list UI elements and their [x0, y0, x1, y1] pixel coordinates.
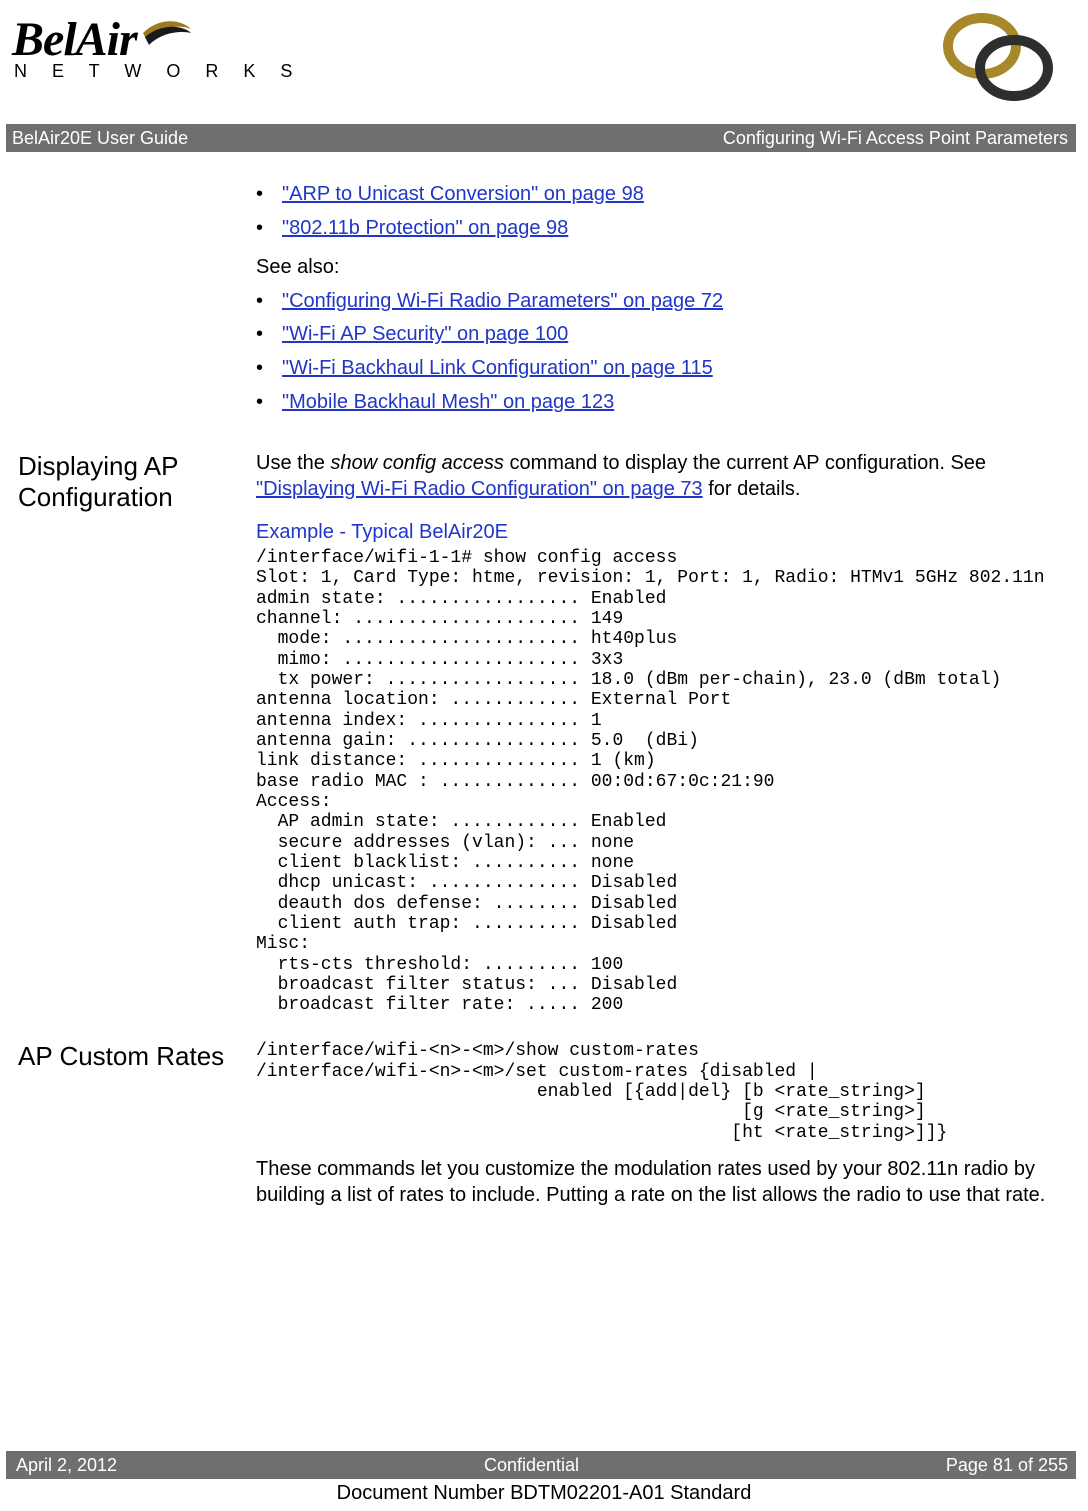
xref-link[interactable]: "Displaying Wi-Fi Radio Configuration" o… [256, 478, 703, 500]
list-item: • "Mobile Backhaul Mesh" on page 123 [256, 390, 1048, 416]
bullet-icon: • [256, 322, 282, 348]
see-also-label: See also: [256, 255, 1048, 281]
footer-bar: April 2, 2012 Confidential Page 81 of 25… [6, 1451, 1076, 1479]
xref-link[interactable]: "Wi-Fi AP Security" on page 100 [282, 322, 568, 348]
list-item: • "Configuring Wi-Fi Radio Parameters" o… [256, 289, 1048, 315]
breadcrumb-right: Configuring Wi-Fi Access Point Parameter… [723, 128, 1068, 149]
bullet-icon: • [256, 356, 282, 382]
logo: BelAir N E T W O R K S [12, 12, 302, 82]
footer-date: April 2, 2012 [16, 1455, 117, 1476]
xref-link[interactable]: "Wi-Fi Backhaul Link Configuration" on p… [282, 356, 713, 382]
xref-link[interactable]: "Mobile Backhaul Mesh" on page 123 [282, 390, 614, 416]
footer-page: Page 81 of 255 [946, 1455, 1068, 1476]
breadcrumb: BelAir20E User Guide Configuring Wi-Fi A… [6, 124, 1076, 152]
xref-link[interactable]: "Configuring Wi-Fi Radio Parameters" on … [282, 289, 723, 315]
swoosh-icon [141, 15, 193, 54]
list-item: • "ARP to Unicast Conversion" on page 98 [256, 182, 1048, 208]
example-output: /interface/wifi-1-1# show config access … [256, 548, 1048, 1016]
cmd-name: show config access [330, 452, 503, 474]
footer-confidential: Confidential [484, 1455, 579, 1476]
xref-link[interactable]: "802.11b Protection" on page 98 [282, 216, 568, 242]
page-header: BelAir N E T W O R K S [18, 14, 1048, 124]
breadcrumb-left: BelAir20E User Guide [12, 128, 188, 149]
list-item: • "Wi-Fi AP Security" on page 100 [256, 322, 1048, 348]
rings-icon [938, 10, 1058, 111]
list-item: • "802.11b Protection" on page 98 [256, 216, 1048, 242]
see-also-list: • "Configuring Wi-Fi Radio Parameters" o… [256, 289, 1048, 415]
document-number: Document Number BDTM02201-A01 Standard [0, 1482, 1088, 1505]
list-item: • "Wi-Fi Backhaul Link Configuration" on… [256, 356, 1048, 382]
section1-paragraph: Use the show config access command to di… [256, 451, 1048, 502]
custom-rates-paragraph: These commands let you customize the mod… [256, 1157, 1048, 1208]
bullet-icon: • [256, 216, 282, 242]
bullet-icon: • [256, 289, 282, 315]
bullet-icon: • [256, 182, 282, 208]
xref-link[interactable]: "ARP to Unicast Conversion" on page 98 [282, 182, 644, 208]
logo-word-belair: BelAir [12, 13, 137, 66]
section-heading-displaying-ap: Displaying AP Configuration [18, 451, 256, 1015]
custom-rates-syntax: /interface/wifi-<n>-<m>/show custom-rate… [256, 1041, 1048, 1143]
logo-word-networks: N E T W O R K S [12, 61, 302, 82]
bullet-icon: • [256, 390, 282, 416]
example-heading: Example - Typical BelAir20E [256, 520, 1048, 546]
top-link-list: • "ARP to Unicast Conversion" on page 98… [256, 182, 1048, 241]
section-heading-ap-custom-rates: AP Custom Rates [18, 1041, 256, 1222]
